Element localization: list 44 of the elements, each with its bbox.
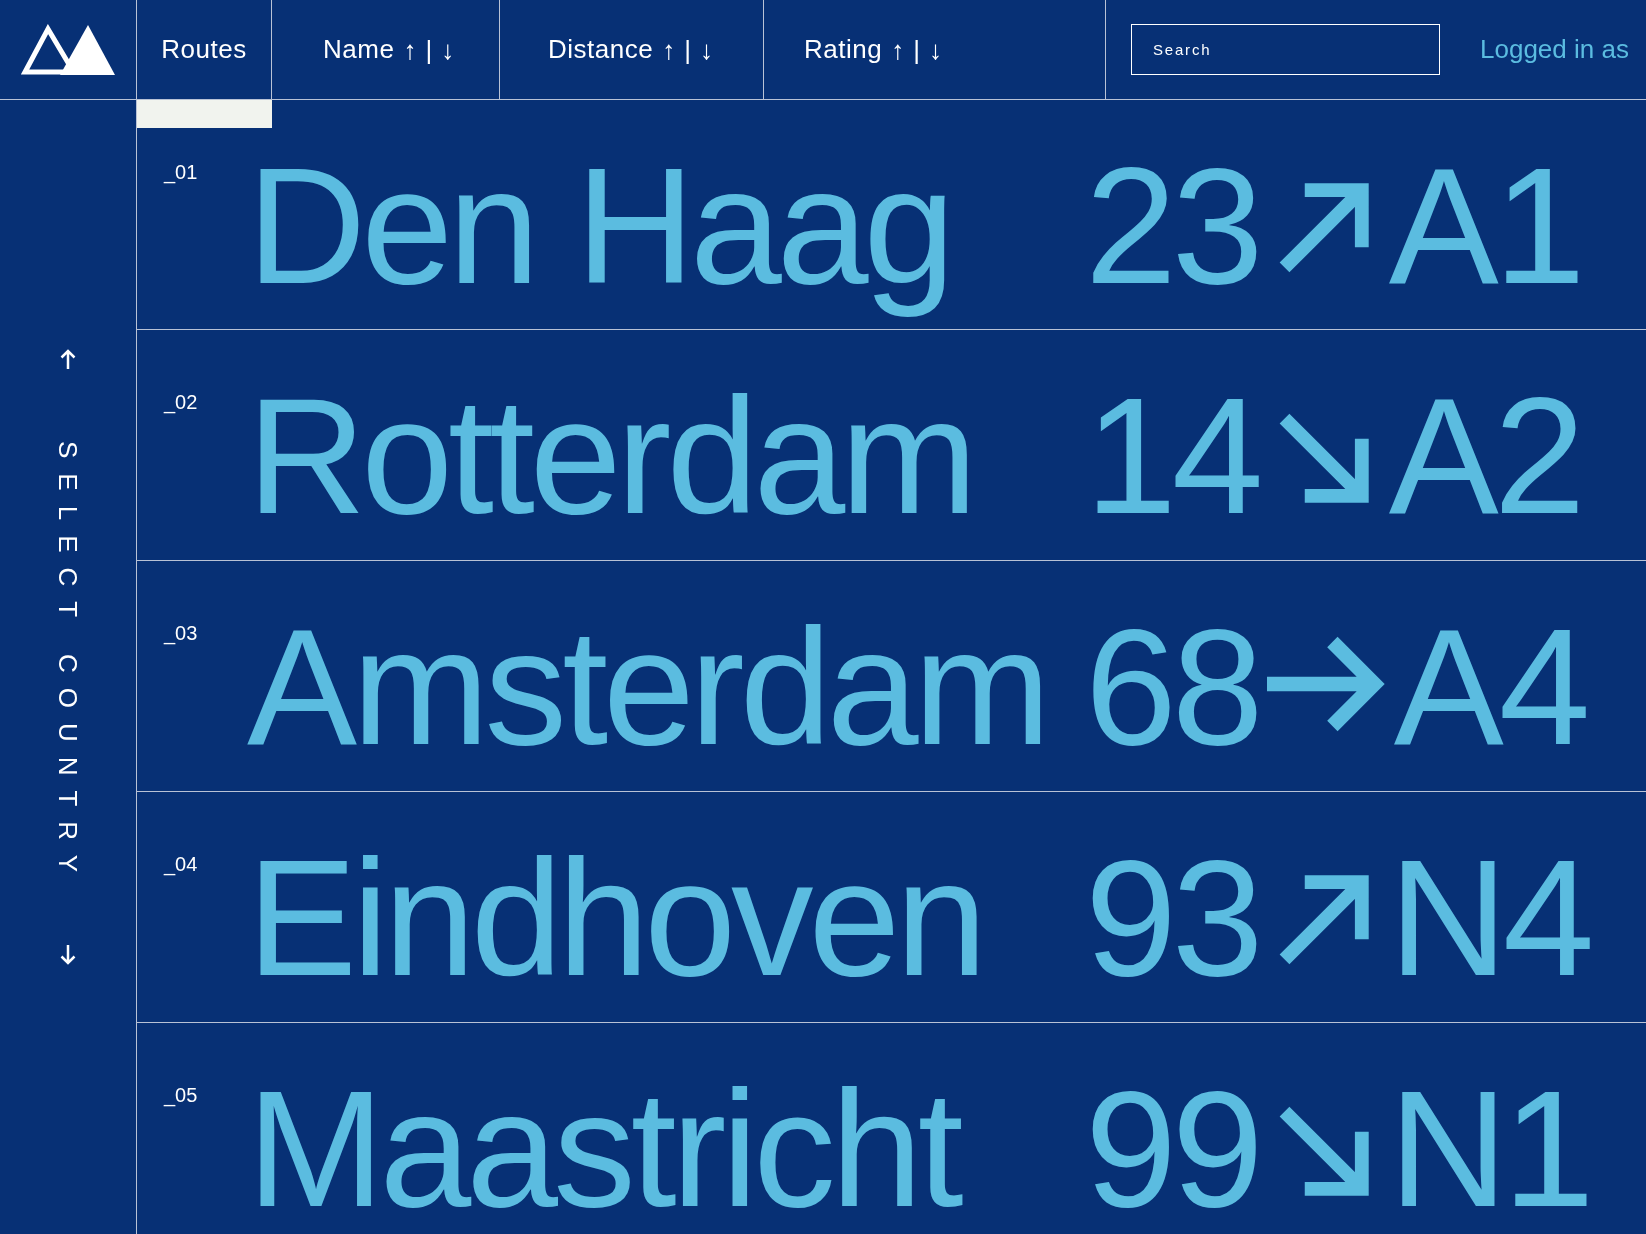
column-label: Rating [804, 33, 883, 66]
arrow-up-right-icon [1278, 181, 1371, 273]
route-name: Eindhoven [247, 836, 984, 1012]
road-number: N1 [1388, 1067, 1590, 1232]
row-number: _02 [164, 392, 199, 416]
route-name: Den Haag [247, 144, 952, 320]
sort-divider: | [913, 36, 921, 63]
road-number: A4 [1393, 605, 1586, 770]
arrow-down-icon [60, 945, 76, 966]
row-number: _03 [164, 623, 199, 647]
route-distance: 23 [1085, 144, 1259, 309]
arrow-down-right-icon [1278, 1106, 1371, 1198]
sort-descending-button[interactable]: ↓ [700, 36, 714, 63]
logged-in-text: Logged in as [1480, 33, 1629, 66]
sort-descending-button[interactable]: ↓ [929, 36, 943, 63]
arrow-down-right-icon [1278, 413, 1371, 505]
route-distance: 93 [1085, 836, 1259, 1001]
sort-divider: | [425, 36, 433, 63]
sort-ascending-button[interactable]: ↑ [662, 36, 676, 63]
sort-divider: | [684, 36, 692, 63]
row-number: _01 [164, 162, 199, 186]
sort-descending-button[interactable]: ↓ [441, 36, 455, 63]
select-country-label: SELECT COUNTRY [55, 441, 81, 887]
column-label: Distance [548, 33, 654, 66]
sort-ascending-button[interactable]: ↑ [403, 36, 417, 63]
route-name: Maastricht [247, 1067, 961, 1234]
search-field[interactable]: Search [1131, 24, 1440, 75]
route-distance: 68 [1085, 605, 1259, 770]
route-distance: 14 [1085, 374, 1259, 539]
nav-tab[interactable]: Routes [137, 0, 272, 99]
road-number: A2 [1388, 374, 1581, 539]
scroll-up-button[interactable] [60, 348, 76, 369]
arrow-up-right-icon [1278, 873, 1371, 965]
road-number: A1 [1388, 144, 1581, 309]
scroll-down-button[interactable] [60, 945, 76, 966]
arrow-up-icon [60, 348, 76, 369]
road-number: N4 [1388, 836, 1590, 1001]
route-name: Amsterdam [247, 605, 1047, 781]
row-number: _04 [164, 854, 199, 878]
route-name: Rotterdam [247, 374, 974, 550]
column-label: Name [323, 33, 395, 66]
sort-ascending-button[interactable]: ↑ [891, 36, 905, 63]
row-number: _05 [164, 1085, 199, 1109]
route-distance: 99 [1085, 1067, 1259, 1232]
